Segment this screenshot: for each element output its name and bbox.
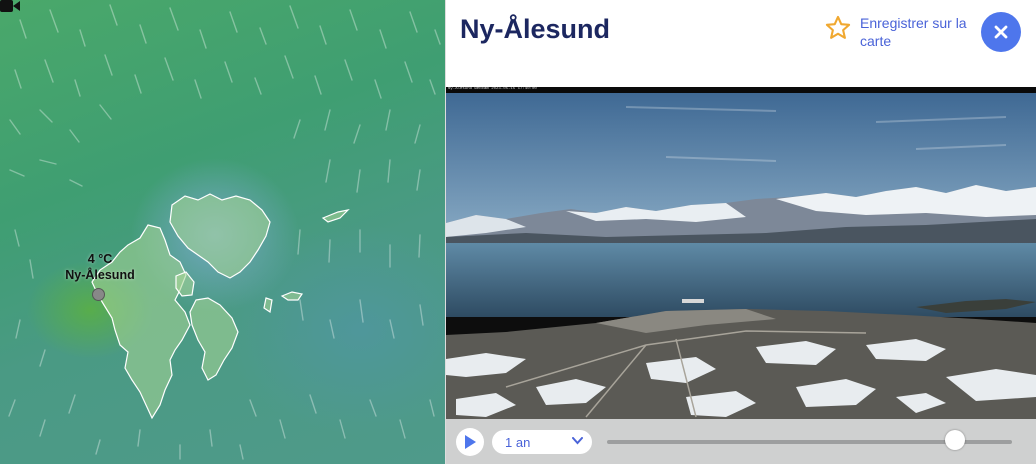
- webcam-overlay-text: Ny-Ålesund webcam 2023-05-15 17:40:00: [448, 87, 537, 91]
- weather-map[interactable]: 4 °C Ny-Ålesund: [0, 0, 445, 464]
- wind-streaks: [8, 4, 441, 460]
- webcam-icon[interactable]: [0, 0, 20, 12]
- timelapse-controls: 1 an: [446, 419, 1036, 464]
- webcam-scene: [446, 87, 1036, 419]
- save-to-map-label: Enregistrer sur la carte: [860, 15, 967, 49]
- page-title: Ny-Ålesund: [460, 14, 611, 44]
- close-button[interactable]: [981, 12, 1021, 52]
- webcam-image: Ny-Ålesund webcam 2023-05-15 17:40:00: [446, 87, 1036, 419]
- star-icon: [825, 15, 851, 39]
- station-name: Ny-Ålesund: [65, 268, 135, 282]
- timeline-slider-thumb[interactable]: [945, 430, 966, 450]
- play-icon: [465, 435, 476, 449]
- station-temperature: 4 °C: [87, 252, 113, 266]
- station-dot-icon[interactable]: [92, 288, 105, 301]
- chevron-down-icon: [572, 437, 583, 445]
- webcam-panel: Ny-Ålesund Enregistrer sur la carte Ny-Å…: [446, 0, 1036, 464]
- period-select-value: 1 an: [505, 434, 531, 450]
- period-select[interactable]: 1 an: [492, 430, 592, 454]
- station-label[interactable]: 4 °C Ny-Ålesund: [60, 251, 140, 283]
- close-icon: [994, 25, 1008, 39]
- save-to-map-button[interactable]: Enregistrer sur la carte: [824, 14, 972, 50]
- play-button[interactable]: [456, 428, 484, 456]
